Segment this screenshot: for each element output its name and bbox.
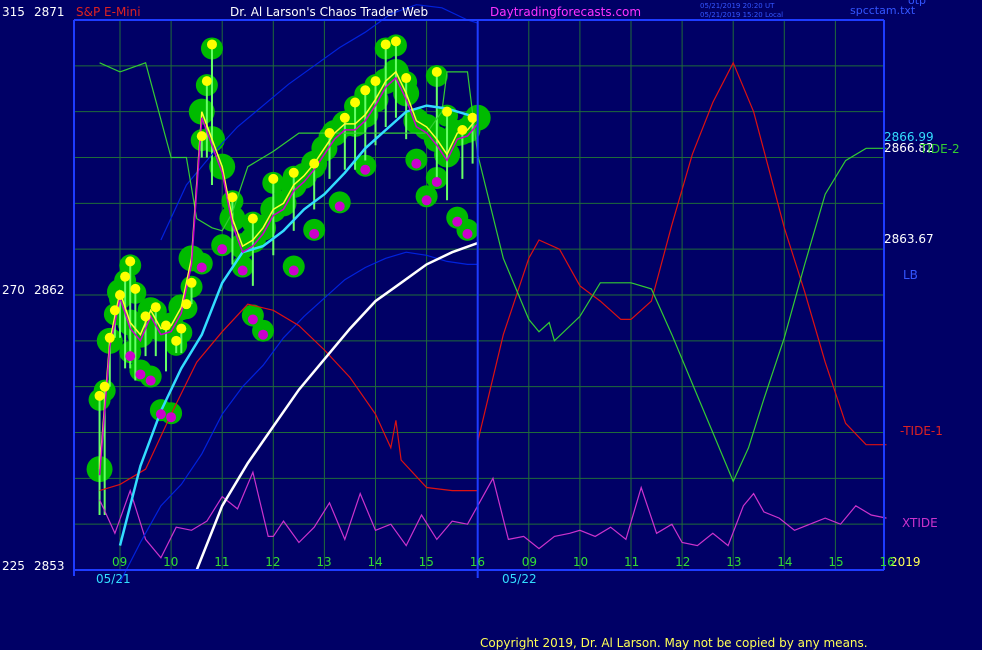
timestamp-ut: 05/21/2019 20:20 UT (700, 2, 775, 10)
high-dot (324, 128, 335, 139)
x-tick-day1: 16 (469, 555, 485, 569)
x-tick-day2: 13 (726, 555, 742, 569)
high-dot (401, 73, 412, 84)
low-dot (135, 369, 146, 380)
site-link[interactable]: Daytradingforecasts.com (490, 5, 641, 19)
low-dot (431, 176, 442, 187)
high-dot (115, 290, 125, 300)
high-dot (186, 277, 197, 288)
x-tick-day2: 09 (521, 555, 538, 569)
instrument-label: S&P E-Mini (76, 5, 141, 19)
high-dot (247, 213, 258, 224)
high-dot (150, 302, 161, 313)
series-red (99, 61, 887, 492)
low-dot (462, 228, 473, 239)
low-dot (452, 216, 463, 227)
high-dot (99, 381, 110, 392)
date-label-2: 05/22 (502, 572, 537, 586)
x-tick-day2: 12 (675, 555, 691, 569)
tide2-label: TIDE-2 (920, 142, 960, 156)
high-dot (380, 39, 391, 50)
x-tick-day1: 12 (265, 555, 281, 569)
high-dot (442, 106, 453, 117)
tide1-label: -TIDE-1 (900, 424, 943, 438)
x-tick-day1: 13 (316, 555, 332, 569)
low-dot (421, 195, 432, 206)
low-dot (155, 409, 166, 420)
high-dot (125, 256, 136, 267)
high-dot (309, 158, 320, 169)
x-tick-day2: 10 (572, 555, 589, 569)
high-dot (431, 66, 442, 77)
right-price-3: 2863.67 (884, 232, 934, 246)
left-axis-mid-osc: 270 (2, 283, 25, 297)
high-dot (171, 335, 182, 346)
date-label-1: 05/21 (96, 572, 131, 586)
low-dot (288, 265, 299, 276)
low-dot (258, 329, 269, 340)
x-tick-day2: 15 (828, 555, 844, 569)
low-dot (411, 158, 422, 169)
low-dot (145, 375, 156, 386)
high-dot (201, 76, 212, 87)
high-dot (370, 76, 381, 87)
high-dot (160, 320, 171, 331)
chart-canvas (73, 4, 887, 583)
high-dot (350, 97, 361, 108)
high-dot (196, 131, 207, 142)
high-dot (227, 192, 238, 203)
high-dot (339, 112, 350, 123)
low-dot (125, 351, 136, 362)
lb-label: LB (903, 268, 918, 282)
timestamp-local: 05/21/2019 15:20 Local (700, 11, 784, 19)
low-dot (334, 201, 345, 212)
high-dot (206, 39, 217, 50)
x-tick-day1: 15 (418, 555, 434, 569)
x-tick-day2: 16 (879, 555, 895, 569)
left-axis-bottom-osc: 225 (2, 559, 25, 573)
high-dot (109, 305, 120, 316)
left-axis-top-price: 2871 (34, 5, 65, 19)
low-dot (217, 244, 228, 255)
high-dot (360, 85, 371, 96)
high-dot (457, 125, 468, 135)
high-dot (268, 173, 279, 184)
left-axis-bottom-price: 2853 (34, 559, 65, 573)
high-dot (140, 311, 151, 322)
high-dot (288, 167, 299, 178)
high-dot (120, 271, 131, 282)
low-dot (309, 228, 320, 239)
high-dot (176, 323, 187, 334)
x-tick-day2: 11 (624, 555, 640, 569)
series-lines (98, 4, 887, 583)
file-name: spcctam.txt (850, 4, 916, 17)
high-dot (390, 36, 401, 47)
x-tick-day1: 10 (163, 555, 179, 569)
low-dot (196, 262, 207, 273)
low-dot (247, 314, 258, 325)
low-dot (360, 164, 371, 175)
low-dot (237, 265, 248, 276)
x-tick-day1: 11 (214, 555, 230, 569)
high-dot (467, 112, 478, 123)
high-dot (181, 299, 192, 310)
high-dot (94, 390, 105, 401)
low-dot (166, 412, 177, 423)
high-dot (104, 332, 115, 343)
x-tick-day1: 14 (367, 555, 383, 569)
x-tick-day2: 14 (777, 555, 793, 569)
left-axis-mid-price: 2862 (34, 283, 65, 297)
x-tick-day1: 09 (112, 555, 128, 569)
xtide-label: XTIDE (902, 516, 938, 530)
series-lime (99, 62, 887, 483)
high-dot (130, 283, 141, 294)
left-axis-top-osc: 315 (2, 5, 25, 19)
copyright: Copyright 2019, Dr. Al Larson. May not b… (480, 636, 868, 650)
chart-title: Dr. Al Larson's Chaos Trader Web (230, 5, 429, 19)
